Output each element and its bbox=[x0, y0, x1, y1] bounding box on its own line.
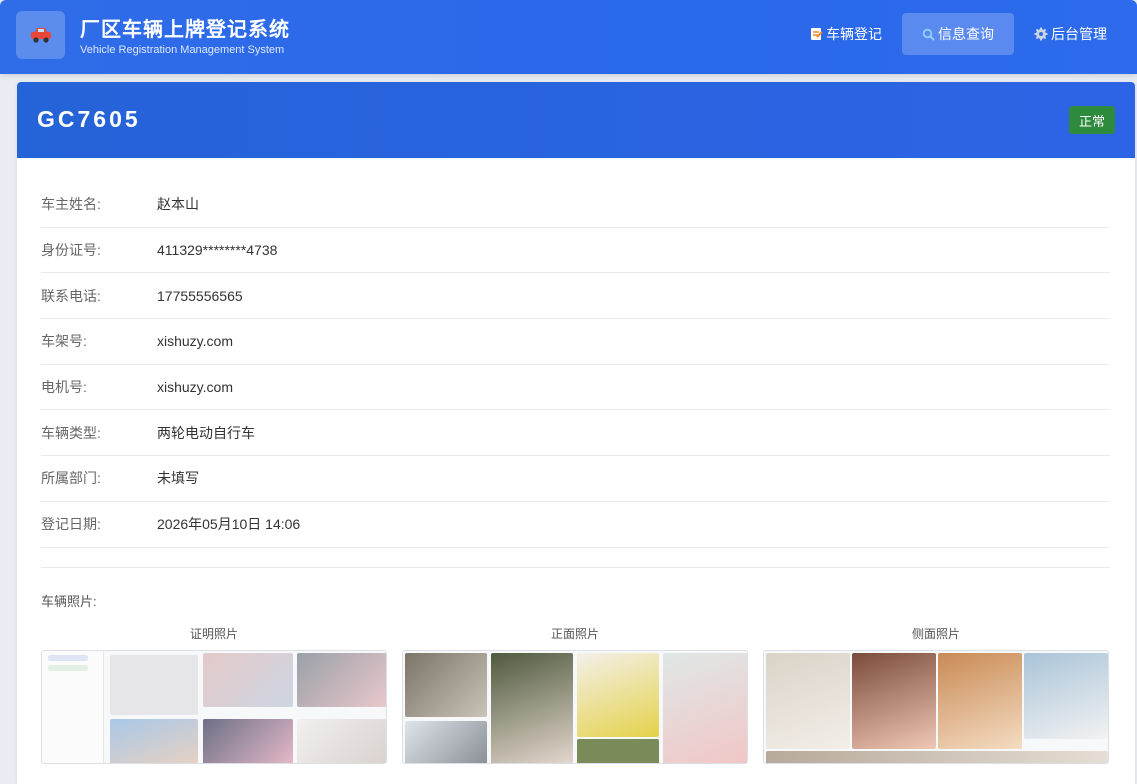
field-value: xishuzy.com bbox=[157, 379, 233, 396]
photo-proof-image[interactable] bbox=[41, 650, 387, 764]
gear-icon bbox=[1034, 27, 1048, 41]
photos-label: 车辆照片: bbox=[41, 594, 97, 609]
field-label: 联系电话: bbox=[41, 287, 101, 304]
info-row-id: 身份证号: 411329********4738 bbox=[41, 228, 1110, 274]
field-value: 411329********4738 bbox=[157, 242, 278, 259]
field-value: 2026年05月10日 14:06 bbox=[157, 516, 301, 533]
photo-front: 正面照片 bbox=[402, 625, 748, 764]
nav-query-label: 信息查询 bbox=[938, 26, 994, 42]
field-label: 所属部门: bbox=[41, 470, 101, 487]
memo-icon bbox=[810, 27, 823, 41]
photo-side: 侧面照片 bbox=[763, 625, 1109, 764]
photo-caption: 证明照片 bbox=[189, 627, 238, 641]
field-value: xishuzy.com bbox=[157, 333, 233, 350]
info-row-dept: 所属部门: 未填写 bbox=[41, 456, 1110, 502]
field-label: 登记日期: bbox=[41, 516, 101, 533]
search-icon bbox=[922, 28, 935, 41]
field-label: 身份证号: bbox=[41, 242, 101, 259]
plate-number: GC7605 bbox=[37, 106, 141, 132]
info-row-owner: 车主姓名: 赵本山 bbox=[41, 182, 1110, 228]
field-label: 车辆类型: bbox=[41, 424, 101, 441]
field-label: 电机号: bbox=[41, 379, 87, 396]
nav-admin[interactable]: 后台管理 bbox=[1018, 13, 1123, 55]
app-subtitle: Vehicle Registration Management System bbox=[80, 44, 285, 56]
vehicle-detail-card: GC7605 正常 车主姓名: 赵本山 身份证号: 411329********… bbox=[17, 82, 1135, 784]
field-value: 两轮电动自行车 bbox=[157, 424, 255, 441]
info-list: 车主姓名: 赵本山 身份证号: 411329********4738 联系电话:… bbox=[41, 182, 1110, 548]
main-nav: 车辆登记 信息查询 后台管理 bbox=[790, 13, 1123, 55]
info-row-type: 车辆类型: 两轮电动自行车 bbox=[41, 410, 1110, 457]
nav-admin-label: 后台管理 bbox=[1051, 26, 1107, 42]
info-row-frame: 车架号: xishuzy.com bbox=[41, 319, 1110, 365]
nav-register[interactable]: 车辆登记 bbox=[794, 13, 898, 55]
nav-register-label: 车辆登记 bbox=[826, 26, 882, 42]
field-value: 赵本山 bbox=[157, 196, 199, 213]
status-badge: 正常 bbox=[1068, 106, 1115, 134]
app-title: 厂区车辆上牌登记系统 bbox=[80, 19, 290, 41]
photo-caption: 正面照片 bbox=[550, 627, 599, 641]
car-icon bbox=[30, 28, 51, 43]
field-label: 车架号: bbox=[41, 333, 87, 350]
logo[interactable] bbox=[16, 11, 65, 59]
photo-front-image[interactable] bbox=[402, 650, 748, 764]
field-value: 未填写 bbox=[157, 470, 199, 487]
photo-side-image[interactable] bbox=[763, 650, 1109, 764]
plate-header: GC7605 正常 bbox=[17, 82, 1135, 158]
top-navbar: 厂区车辆上牌登记系统 Vehicle Registration Manageme… bbox=[0, 0, 1137, 74]
nav-query[interactable]: 信息查询 bbox=[902, 13, 1014, 55]
info-row-date: 登记日期: 2026年05月10日 14:06 bbox=[41, 502, 1110, 548]
photo-proof: 证明照片 bbox=[41, 625, 387, 764]
field-value: 17755556565 bbox=[157, 287, 243, 304]
photo-caption: 侧面照片 bbox=[911, 627, 960, 641]
field-label: 车主姓名: bbox=[41, 196, 101, 213]
divider bbox=[41, 567, 1110, 568]
info-row-motor: 电机号: xishuzy.com bbox=[41, 365, 1110, 411]
info-row-phone: 联系电话: 17755556565 bbox=[41, 273, 1110, 320]
